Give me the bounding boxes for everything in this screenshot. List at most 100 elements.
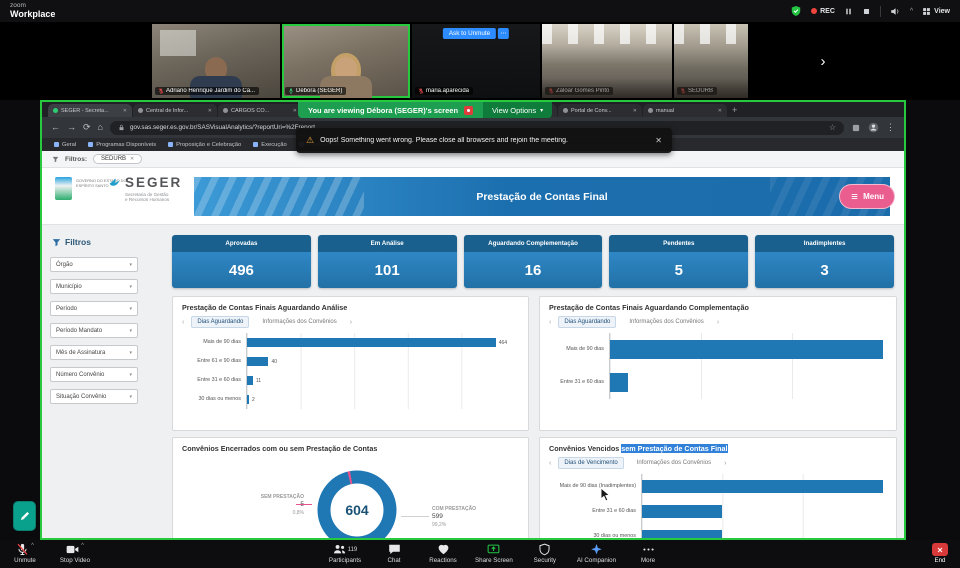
video-tile[interactable]: Adriano Henrique Jardim do Ca...	[152, 24, 280, 98]
toast-close-icon[interactable]: ✕	[655, 136, 662, 145]
chevron-up-icon[interactable]: ^	[910, 8, 913, 15]
tabs-next-icon[interactable]: ›	[350, 319, 352, 326]
video-tile[interactable]: Zaloar Gomes Pinto	[542, 24, 672, 98]
filter-dropdown[interactable]: Mês de Assinatura▾	[50, 345, 138, 360]
forward-icon[interactable]: →	[67, 123, 76, 132]
bookmark-item[interactable]: Geral	[54, 142, 76, 148]
filter-dropdown[interactable]: Município▾	[50, 279, 138, 294]
chevron-up-icon[interactable]: ^	[81, 543, 84, 549]
toolbar-unmute[interactable]: ^Unmute	[8, 543, 42, 564]
ask-to-unmute-button[interactable]: Ask to Unmute	[443, 28, 496, 39]
tab-title: Portal de Conv...	[571, 108, 630, 114]
bookmark-label: Geral	[62, 142, 76, 148]
video-tile[interactable]: Ask to Unmute⋯ maria.aparecida	[412, 24, 540, 98]
toolbar-chat[interactable]: Chat	[377, 543, 411, 564]
shield-icon	[538, 543, 551, 556]
tab-close-icon[interactable]: ✕	[123, 108, 127, 114]
filter-dropdown[interactable]: Período Mandato▾	[50, 323, 138, 338]
bookmark-item[interactable]: Proposição e Celebração	[168, 142, 241, 148]
tab-close-icon[interactable]: ✕	[293, 108, 297, 114]
bar-label: Mais de 90 dias (Inadimplentes)	[549, 484, 641, 490]
kpi-label: Inadimplentes	[755, 235, 894, 252]
tab-close-icon[interactable]: ✕	[718, 108, 722, 114]
bookmark-label: Proposição e Celebração	[176, 142, 241, 148]
video-tile[interactable]: SEDURB	[674, 24, 748, 98]
filters-label: Filtros:	[65, 156, 87, 163]
menu-button[interactable]: Menu	[839, 184, 895, 209]
browser-tab[interactable]: SEGER - Secreta...✕	[48, 104, 132, 117]
bar-label: Mais de 90 dias	[549, 347, 609, 353]
tabs-prev-icon[interactable]: ‹	[549, 460, 551, 467]
next-videos-button[interactable]: ›	[814, 48, 832, 74]
filter-label: Número Convênio	[56, 372, 104, 378]
stop-recording-icon[interactable]	[862, 7, 871, 16]
filter-dropdown[interactable]: Órgão▾	[50, 257, 138, 272]
home-icon[interactable]: ⌂	[98, 123, 103, 132]
annotation-pencil-button[interactable]	[13, 501, 36, 531]
zoom-titlebar: zoom Workplace REC ^ View	[0, 0, 960, 22]
kpi-label: Em Análise	[318, 235, 457, 252]
toolbar-more[interactable]: More	[631, 543, 665, 564]
slice-label: COM PRESTAÇÃO	[432, 506, 476, 513]
participant-name: maria.aparecida	[426, 88, 469, 94]
panel-tab[interactable]: Dias de Vencimento	[558, 457, 623, 469]
tabs-prev-icon[interactable]: ‹	[182, 319, 184, 326]
chip-close-icon[interactable]: ✕	[130, 156, 134, 162]
extensions-icon[interactable]	[851, 123, 861, 133]
view-button[interactable]: View	[922, 7, 950, 16]
filter-dropdown[interactable]: Situação Convênio▾	[50, 389, 138, 404]
tabs-prev-icon[interactable]: ‹	[549, 319, 551, 326]
filter-chip-sedurb[interactable]: SEDURB✕	[93, 154, 142, 164]
recording-dot-icon	[464, 106, 473, 115]
toolbar-reactions[interactable]: Reactions	[426, 543, 460, 564]
bookmark-item[interactable]: Programas Disponíveis	[88, 142, 156, 148]
kpi-value: 16	[464, 252, 603, 288]
panel-tab[interactable]: Dias Aguardando	[558, 316, 616, 328]
kpi-value: 5	[609, 252, 748, 288]
filter-dropdown[interactable]: Período▾	[50, 301, 138, 316]
audio-settings-icon[interactable]	[890, 6, 901, 17]
panel-tab[interactable]: Dias Aguardando	[191, 316, 249, 328]
back-icon[interactable]: ←	[51, 123, 60, 132]
browser-tab[interactable]: manual✕	[643, 104, 727, 117]
chevron-up-icon[interactable]: ^	[31, 543, 34, 549]
pause-recording-icon[interactable]	[844, 7, 853, 16]
browser-tab[interactable]: CARGOS CO...✕	[218, 104, 302, 117]
filter-dropdown[interactable]: Número Convênio▾	[50, 367, 138, 382]
tabs-next-icon[interactable]: ›	[724, 460, 726, 467]
toolbar-stop-video[interactable]: ^Stop Video	[58, 543, 92, 564]
toolbar-participants[interactable]: 119Participants	[328, 543, 362, 564]
seger-subtitle: Secretaria de Gestão e Recursos Humanos	[125, 192, 182, 204]
view-options-button[interactable]: View Options ▾	[483, 102, 552, 118]
panel-tab[interactable]: Informações dos Convênios	[256, 316, 342, 328]
tab-close-icon[interactable]: ✕	[208, 108, 212, 114]
browser-tab[interactable]: Central de Infor...✕	[133, 104, 217, 117]
end-button[interactable]: End	[932, 543, 948, 564]
bar-row: Mais de 90 dias464	[182, 333, 519, 352]
new-tab-button[interactable]: +	[732, 104, 737, 117]
bar-track	[609, 366, 883, 399]
reload-icon[interactable]: ⟳	[83, 123, 91, 132]
profile-avatar[interactable]	[868, 122, 879, 133]
mic-muted-icon	[680, 88, 686, 94]
bookmark-item[interactable]: Execução	[253, 142, 286, 148]
bookmark-star-icon[interactable]: ☆	[829, 123, 836, 132]
more-options-button[interactable]: ⋯	[498, 28, 509, 39]
panel-tab[interactable]: Informações dos Convênios	[631, 457, 717, 469]
chevron-down-icon: ▾	[540, 107, 543, 114]
encryption-shield-icon[interactable]	[790, 5, 802, 17]
kpi-label: Pendentes	[609, 235, 748, 252]
tab-close-icon[interactable]: ✕	[633, 108, 637, 114]
bar	[610, 373, 628, 392]
donut-label-com-prestacao: COM PRESTAÇÃO59999,2%	[432, 506, 476, 528]
donut-chart: 604SEM PRESTAÇÃO50,8%COM PRESTAÇÃO59999,…	[182, 458, 519, 538]
browser-menu-icon[interactable]: ⋮	[886, 123, 895, 132]
toolbar-ai-companion[interactable]: AI Companion	[577, 543, 616, 564]
tabs-next-icon[interactable]: ›	[717, 319, 719, 326]
panel-tab[interactable]: Informações dos Convênios	[623, 316, 709, 328]
browser-tab[interactable]: Portal de Conv...✕	[558, 104, 642, 117]
toolbar-security[interactable]: Security	[528, 543, 562, 564]
participant-name-label: Débora (SEGER)	[285, 87, 346, 95]
video-tile[interactable]: Débora (SEGER)	[282, 24, 410, 98]
toolbar-share-screen[interactable]: Share Screen	[475, 543, 513, 564]
